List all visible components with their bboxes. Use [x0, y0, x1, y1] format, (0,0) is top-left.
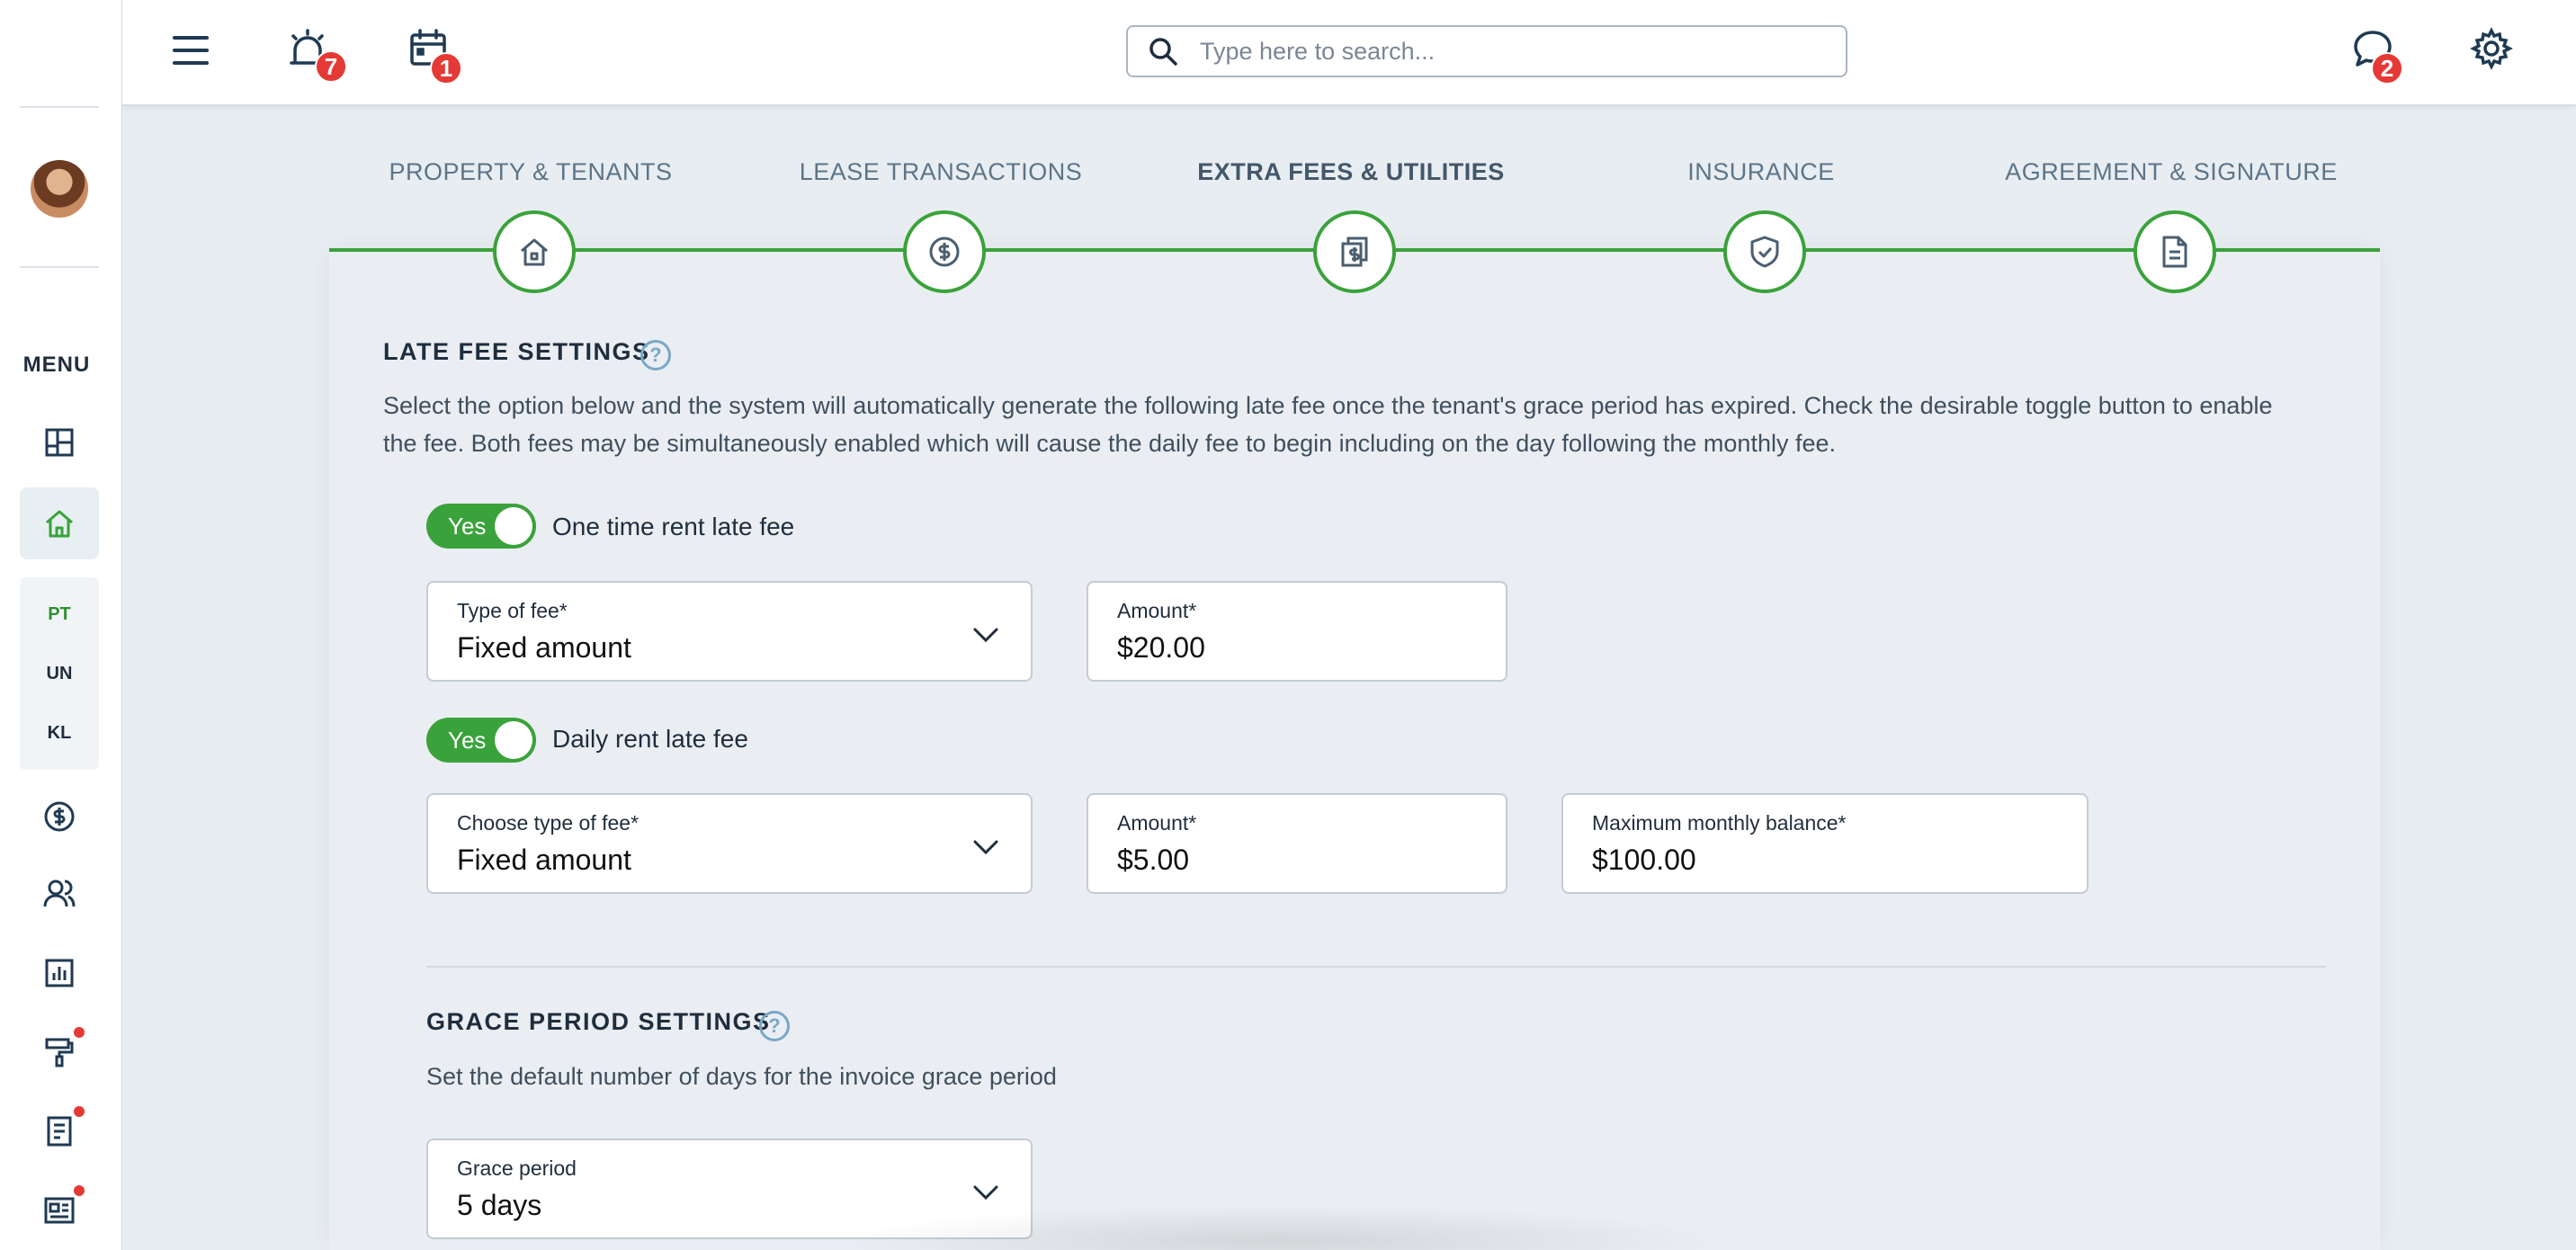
daily-amount-field[interactable]: Amount* $5.00 [1087, 793, 1507, 894]
shield-icon [1750, 236, 1779, 268]
step-agreement-signature[interactable] [2133, 210, 2216, 293]
search-bar[interactable] [1126, 25, 1847, 77]
choose-type-of-fee-select[interactable]: Choose type of fee* Fixed amount [426, 793, 1033, 894]
step-label-agreement-signature[interactable]: AGREEMENT & SIGNATURE [1991, 158, 2351, 186]
notification-dot [74, 1106, 85, 1117]
step-label-extra-fees-utilities[interactable]: EXTRA FEES & UTILITIES [1171, 158, 1531, 186]
field-value[interactable]: $5.00 [1117, 844, 1189, 877]
field-label: Choose type of fee* [457, 811, 640, 835]
help-icon[interactable]: ? [640, 340, 671, 371]
field-label: Amount* [1117, 811, 1197, 835]
step-label-property-tenants[interactable]: PROPERTY & TENANTS [351, 158, 711, 186]
toggle-knob [495, 721, 532, 759]
toggle-yes-label: Yes [448, 727, 487, 754]
field-value[interactable]: $100.00 [1592, 844, 1696, 877]
report-icon[interactable] [36, 950, 83, 996]
daily-fee-toggle[interactable]: Yes [426, 718, 536, 763]
field-label: Type of fee* [457, 599, 568, 622]
step-label-insurance[interactable]: INSURANCE [1581, 158, 1941, 186]
section-divider [426, 966, 2326, 968]
alarm-badge: 7 [315, 50, 347, 83]
step-insurance[interactable] [1723, 210, 1806, 293]
search-input[interactable] [1200, 37, 1811, 66]
menu-label: MENU [22, 353, 91, 377]
chevron-down-icon [973, 628, 998, 643]
grace-period-settings-title: GRACE PERIOD SETTINGS [426, 1008, 771, 1035]
field-value: Fixed amount [457, 631, 631, 664]
document-icon [2162, 236, 2187, 268]
step-extra-fees-utilities[interactable] [1313, 210, 1396, 293]
field-value: 5 days [457, 1189, 542, 1221]
maximum-monthly-balance-field[interactable]: Maximum monthly balance* $100.00 [1561, 793, 2089, 894]
notification-dot [74, 1027, 85, 1038]
gear-icon[interactable] [2464, 22, 2518, 76]
dollar-icon [929, 237, 960, 267]
sidebar-subgroup: PT UN KL [20, 577, 99, 770]
dashboard-icon[interactable] [36, 419, 83, 466]
users-icon[interactable] [36, 871, 83, 917]
late-fee-description: Select the option below and the system w… [383, 392, 2273, 457]
notification-dot [74, 1185, 85, 1196]
one-time-fee-label: One time rent late fee [552, 513, 795, 540]
avatar[interactable] [31, 160, 88, 218]
home-icon[interactable] [36, 500, 83, 547]
sidebar-divider [20, 266, 99, 268]
search-icon [1149, 38, 1177, 66]
type-of-fee-select[interactable]: Type of fee* Fixed amount [426, 581, 1033, 682]
step-property-tenants[interactable] [493, 210, 576, 293]
dollar-icon[interactable] [36, 793, 83, 840]
field-value: Fixed amount [457, 844, 631, 876]
late-fee-settings-title: LATE FEE SETTINGS [383, 338, 650, 365]
step-label-lease-transactions[interactable]: LEASE TRANSACTIONS [761, 158, 1121, 186]
toggle-yes-label: Yes [448, 513, 487, 540]
sidebar: MENU PT UN KL [0, 0, 122, 1250]
calendar-badge: 1 [430, 52, 462, 85]
help-icon[interactable]: ? [759, 1011, 790, 1041]
toggle-knob [495, 507, 532, 545]
sidebar-divider [20, 106, 99, 108]
field-label: Grace period [457, 1156, 577, 1180]
chevron-down-icon [973, 1185, 998, 1201]
step-lease-transactions[interactable] [903, 210, 986, 293]
chat-badge: 2 [2371, 52, 2403, 85]
topbar: 7 1 2 [122, 0, 2576, 106]
chevron-down-icon [973, 840, 998, 855]
field-label: Amount* [1117, 599, 1197, 622]
daily-fee-label: Daily rent late fee [552, 725, 748, 753]
house-icon [521, 238, 548, 266]
sidebar-item-un[interactable]: UN [20, 664, 99, 684]
one-time-amount-field[interactable]: Amount* $20.00 [1087, 581, 1507, 682]
bills-icon [1341, 237, 1368, 267]
hamburger-menu-icon[interactable] [164, 23, 218, 77]
sidebar-item-kl[interactable]: KL [20, 723, 99, 744]
field-value[interactable]: $20.00 [1117, 631, 1205, 665]
field-label: Maximum monthly balance* [1592, 811, 1847, 835]
one-time-fee-toggle[interactable]: Yes [426, 504, 536, 549]
sidebar-item-pt[interactable]: PT [20, 604, 99, 625]
grace-period-description: Set the default number of days for the i… [426, 1063, 1057, 1090]
